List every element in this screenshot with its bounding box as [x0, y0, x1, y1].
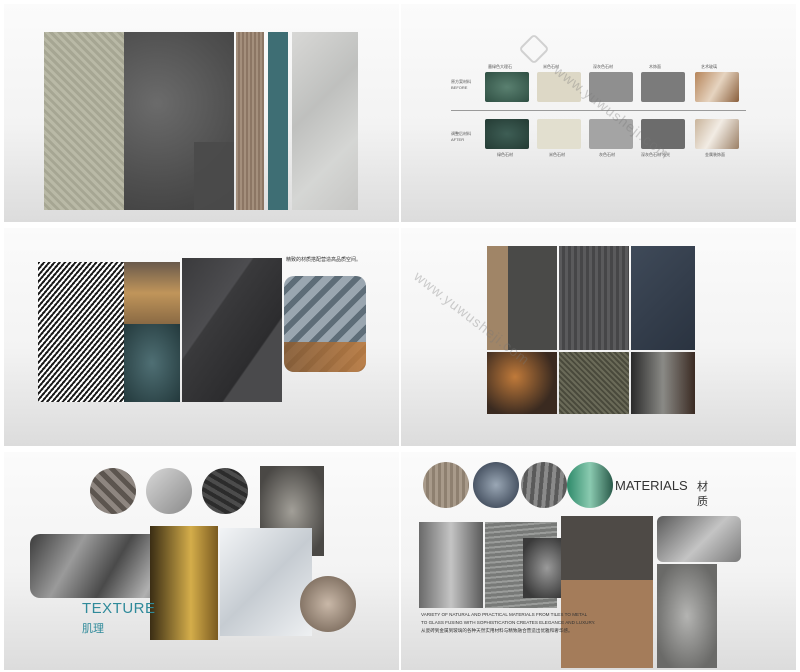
materials-desc-1: VARIETY OF NATURAL AND PRACTICAL MATERIA…: [421, 612, 588, 617]
pattern-photo-wood-overlay: [284, 342, 366, 372]
after-label-5: 金属装饰面: [705, 152, 725, 157]
col-label-1: 墨绿色大理石: [488, 64, 512, 69]
swatch-after-beige: [537, 119, 581, 149]
swatch-before-wood: [641, 72, 685, 102]
after-label-1: 绿色石材: [497, 152, 513, 157]
slide3-caption: 精致的材质搭配营造高品质空间。: [286, 257, 362, 263]
materials-title-cn: 材质: [697, 481, 708, 508]
brushed-metal-panel: [559, 246, 629, 350]
row-after-label: 调整后材料 AFTER: [451, 131, 471, 142]
texture-circle-4: [300, 576, 356, 632]
geometric-dark-panel: [182, 258, 282, 402]
watermark-logo-icon: [518, 33, 550, 65]
mesh-photo: [559, 352, 629, 414]
row-before-label: 原方案材料 BEFORE: [451, 79, 471, 90]
slide-5-texture: TEXTURE 肌理: [4, 452, 399, 670]
swatch-after-green: [485, 119, 529, 149]
striped-panel: [38, 262, 124, 402]
slide-2-material-comparison: 原方案材料 BEFORE 调整后材料 AFTER 墨绿色大理石 米色石材 深灰色…: [401, 4, 796, 222]
swatch-before-green-marble: [485, 72, 529, 102]
metal-edge-photo: [631, 352, 695, 414]
materials-desc-2: TO GLASS FUSING WITH SOPHISTICATION CREA…: [421, 620, 596, 625]
after-label-3: 灰色石材: [599, 152, 615, 157]
slide-6-materials: MATERIALS 材质 VARIETY OF NATURAL AND PRAC…: [401, 452, 796, 670]
col-label-5: 艺术玻璃: [701, 64, 717, 69]
materials-title: MATERIALS: [615, 478, 688, 493]
slide-1-material-strips: [4, 4, 399, 222]
material-circle-3: [521, 462, 567, 508]
dark-steel-panel: [631, 246, 695, 350]
slide-3-material-collage: 精致的材质搭配营造高品质空间。: [4, 228, 399, 446]
chair-photo: [124, 262, 180, 324]
wood-strip: [236, 32, 264, 210]
texture-circle-1: [90, 468, 136, 514]
teal-stone-photo: [124, 324, 180, 402]
materials-desc-3: 从瓷砖到金属到玻璃的各种天然实用材料与精致融合营造出优雅和奢华感。: [421, 628, 573, 633]
swatch-after-metal: [695, 119, 739, 149]
texture-circle-2: [146, 468, 192, 514]
col-label-4: 木饰面: [649, 64, 661, 69]
marble-strip: [292, 32, 358, 210]
texture-circle-3: [202, 468, 248, 514]
cushion-photo: [657, 564, 717, 668]
material-circle-2: [473, 462, 519, 508]
material-circle-1: [423, 462, 469, 508]
stone-wood-block: [561, 516, 653, 668]
white-web-panel: [220, 528, 312, 636]
swatch-before-glass: [695, 72, 739, 102]
material-circle-4: [567, 462, 613, 508]
texture-title: TEXTURE: [82, 600, 156, 617]
metal-card: [657, 516, 741, 562]
slide-4-material-grid: www.yuwusheji.com: [401, 228, 796, 446]
teal-strip: [268, 32, 288, 210]
after-label-2: 米色石材: [549, 152, 565, 157]
chevron-pattern-panel: [44, 32, 124, 210]
col-label-3: 深灰色石材: [593, 64, 613, 69]
interior-photo: [419, 522, 483, 608]
gold-glow-panel: [150, 526, 218, 640]
texture-subtitle: 肌理: [82, 623, 104, 635]
dark-stone-tile-overlay: [194, 142, 234, 210]
